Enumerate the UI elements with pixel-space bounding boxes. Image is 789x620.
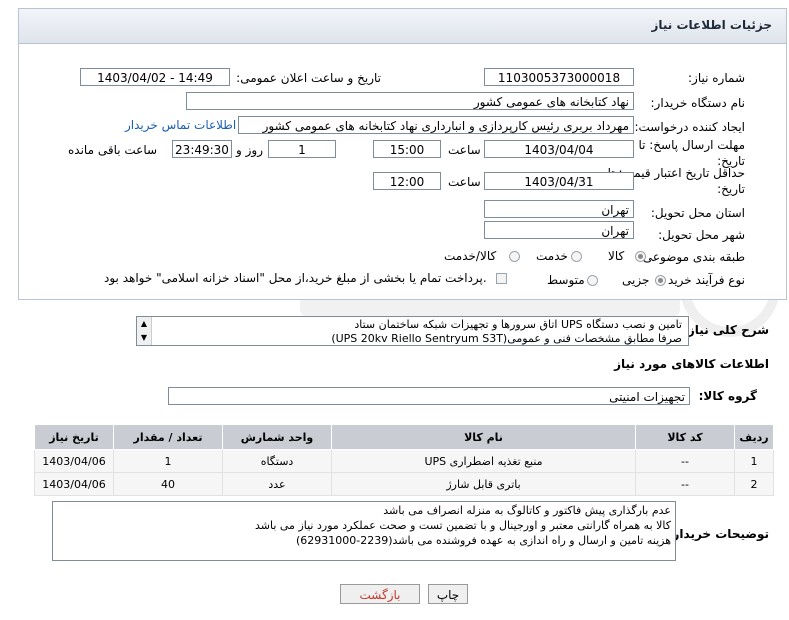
announce-label: تاریخ و ساعت اعلان عمومی: (236, 71, 381, 85)
buyer-notes-label: توضیحات خریدار: (667, 527, 769, 541)
cell-qty: 40 (113, 472, 223, 496)
validity-label-date: تاریخ: (717, 182, 745, 196)
col-header-code: کد کالا (635, 424, 735, 450)
buyer-notes-textarea[interactable]: عدم بارگذاری پیش فاکتور و کاتالوگ به منز… (52, 501, 676, 561)
description-textarea[interactable]: تامین و نصب دستگاه UPS اتاق سرورها و تجه… (136, 316, 689, 346)
category-radio-service[interactable] (571, 251, 582, 262)
province-field: تهران (484, 200, 634, 218)
buyer-notes-line-3: هزینه تامین و ارسال و راه اندازی به عهده… (295, 534, 671, 547)
cell-name: باتری قابل شارژ (331, 472, 636, 496)
cell-date: 1403/04/06 (34, 472, 114, 496)
goods-section-title: اطلاعات کالاهای مورد نیاز (614, 357, 769, 371)
col-header-qty: تعداد / مقدار (113, 424, 223, 450)
need-number-field: 1103005373000018 (484, 68, 634, 86)
table-row: 1 -- منبع تغذیه اضطراری UPS دستگاه 1 140… (34, 449, 774, 473)
table-header-row: ردیف کد کالا نام کالا واحد شمارش تعداد /… (34, 424, 774, 450)
process-radio-medium[interactable] (587, 275, 598, 286)
col-header-unit: واحد شمارش (222, 424, 332, 450)
deadline-time-field: 15:00 (373, 140, 441, 158)
description-line-1: تامین و نصب دستگاه UPS اتاق سرورها و تجه… (354, 318, 682, 331)
col-header-date: تاریخ نیاز (34, 424, 114, 450)
announce-datetime-field: 1403/04/02 - 14:49 (80, 68, 230, 86)
category-option-both: کالا/خدمت (444, 249, 497, 263)
goods-group-label: گروه کالا: (698, 389, 757, 403)
cell-date: 1403/04/06 (34, 449, 114, 473)
buyer-org-field: نهاد کتابخانه های عمومی کشور (186, 92, 634, 110)
buyer-notes-line-2: کالا به همراه گارانتی معتبر و اورجینال و… (254, 519, 671, 532)
category-option-service: خدمت (536, 249, 568, 263)
table-row: 2 -- باتری قابل شارژ عدد 40 1403/04/06 (34, 472, 774, 496)
goods-group-field: تجهیزات امنیتی (168, 387, 690, 405)
process-option-medium: متوسط (547, 273, 585, 287)
validity-time-label: ساعت (448, 175, 481, 189)
category-label: طبقه بندی موضوعی: (638, 250, 745, 264)
category-option-goods: کالا (608, 249, 625, 263)
print-button[interactable]: چاپ (428, 584, 468, 604)
days-field: 1 (268, 140, 336, 158)
remaining-time-field: 23:49:30 (172, 140, 232, 158)
deadline-label: مهلت ارسال پاسخ: تا (638, 138, 745, 152)
cell-row-no: 2 (734, 472, 774, 496)
description-line-2: صرفا مطابق مشخصات فنی و عمومی(UPS 20kv R… (331, 332, 682, 345)
description-label: شرح کلی نیاز: (683, 323, 769, 337)
need-number-label: شماره نیاز: (688, 71, 745, 85)
validity-time-field: 12:00 (373, 172, 441, 190)
city-field: تهران (484, 221, 634, 239)
requester-field: مهرداد بربری رئیس کارپردازی و انبارداری … (238, 116, 634, 134)
cell-row-no: 1 (734, 449, 774, 473)
validity-date-field: 1403/04/31 (484, 172, 634, 190)
category-radio-goods[interactable] (635, 251, 646, 262)
buyer-org-label: نام دستگاه خریدار: (650, 96, 746, 110)
process-radio-minor[interactable] (655, 275, 666, 286)
col-header-name: نام کالا (331, 424, 636, 450)
scrollbar[interactable]: ▲ ▼ (137, 317, 152, 345)
requester-label: ایجاد کننده درخواست: (634, 120, 745, 134)
page-header: جزئیات اطلاعات نیاز (18, 8, 787, 44)
cell-name: منبع تغذیه اضطراری UPS (331, 449, 636, 473)
city-label: شهر محل تحویل: (658, 228, 745, 242)
category-radio-both[interactable] (509, 251, 520, 262)
buyer-contact-link[interactable]: اطلاعات تماس خریدار (125, 118, 236, 132)
deadline-time-label: ساعت (448, 143, 481, 157)
buyer-notes-line-1: عدم بارگذاری پیش فاکتور و کاتالوگ به منز… (383, 504, 671, 517)
deadline-date-field: 1403/04/04 (484, 140, 634, 158)
cell-unit: عدد (222, 472, 332, 496)
page-title: جزئیات اطلاعات نیاز (651, 18, 772, 32)
cell-unit: دستگاه (222, 449, 332, 473)
payment-note: پرداخت تمام یا بخشی از مبلغ خرید،از محل … (104, 271, 487, 285)
process-option-minor: جزیی (622, 273, 650, 287)
cell-code: -- (635, 472, 735, 496)
treasury-payment-checkbox[interactable] (496, 273, 507, 284)
back-button[interactable]: بازگشت (340, 584, 420, 604)
remaining-label: ساعت باقی مانده (68, 143, 158, 157)
process-label: نوع فرآیند خرید : (660, 273, 745, 287)
col-header-row-no: ردیف (734, 424, 774, 450)
province-label: استان محل تحویل: (650, 206, 745, 220)
days-label: روز و (236, 143, 263, 157)
cell-qty: 1 (113, 449, 223, 473)
cell-code: -- (635, 449, 735, 473)
goods-table: ردیف کد کالا نام کالا واحد شمارش تعداد /… (34, 424, 774, 496)
